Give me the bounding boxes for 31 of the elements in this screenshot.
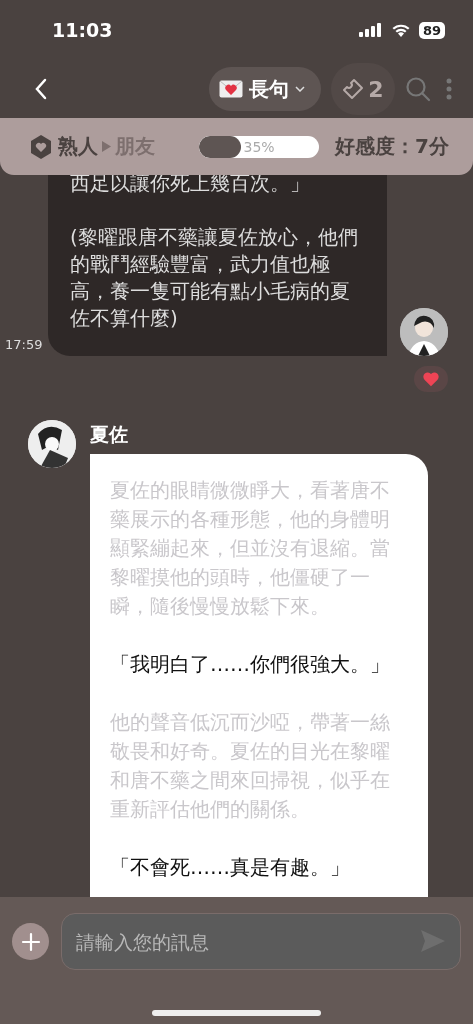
narration-text: 他的聲音低沉而沙啞，帶著一絲敬畏和好奇。夏佐的目光在黎曜和唐不藥之間來回掃視，似乎在重新評估他們的關係。 [110,709,391,823]
ticket-icon [342,78,365,100]
character-name: 夏佐 [90,422,129,447]
wifi-icon [390,23,411,37]
chevron-left-icon [34,78,48,100]
ticket-counter[interactable]: 2 [331,63,395,115]
avatar-icon[interactable] [400,308,448,356]
add-button[interactable] [12,923,49,960]
status-time: 11:03 [52,19,113,41]
love-letter-icon [219,80,243,98]
dialogue-text: 「不會死……真是有趣。」 [110,854,351,881]
heart-reaction[interactable] [414,366,448,392]
battery-level: 89 [418,21,445,39]
heart-shield-icon [30,134,52,159]
mode-dropdown[interactable]: 長句 [209,67,321,111]
arrow-right-icon [102,141,111,152]
dialogue-text: 「我明白了……你們很強大。」 [110,651,391,678]
more-icon [445,77,453,101]
chevron-down-icon [295,86,305,92]
progress-percent: 35% [242,137,276,157]
search-icon [405,76,431,102]
message-time: 17:59 [5,337,44,352]
avatar-icon[interactable] [28,420,76,468]
signal-icon [358,23,383,37]
message-text: (黎曜跟唐不藥讓夏佐放心，他們的戰鬥經驗豐富，武力值也極高，養一隻可能有點小毛病的夏佐不算什麼) [70,224,359,332]
relationship-current: 熟人 [58,133,98,160]
plus-icon [20,931,41,952]
narration-text: 夏佐的眼睛微微睜大，看著唐不藥展示的各種形態，他的身體明顯緊繃起來，但並沒有退縮。當黎曜摸他的頭時，他僵硬了一瞬，隨後慢慢放鬆下來。 [110,477,391,620]
heart-icon [422,371,440,387]
message-input[interactable]: 請輸入您的訊息 [61,913,461,970]
affection-score: 好感度：7分 [335,133,449,160]
